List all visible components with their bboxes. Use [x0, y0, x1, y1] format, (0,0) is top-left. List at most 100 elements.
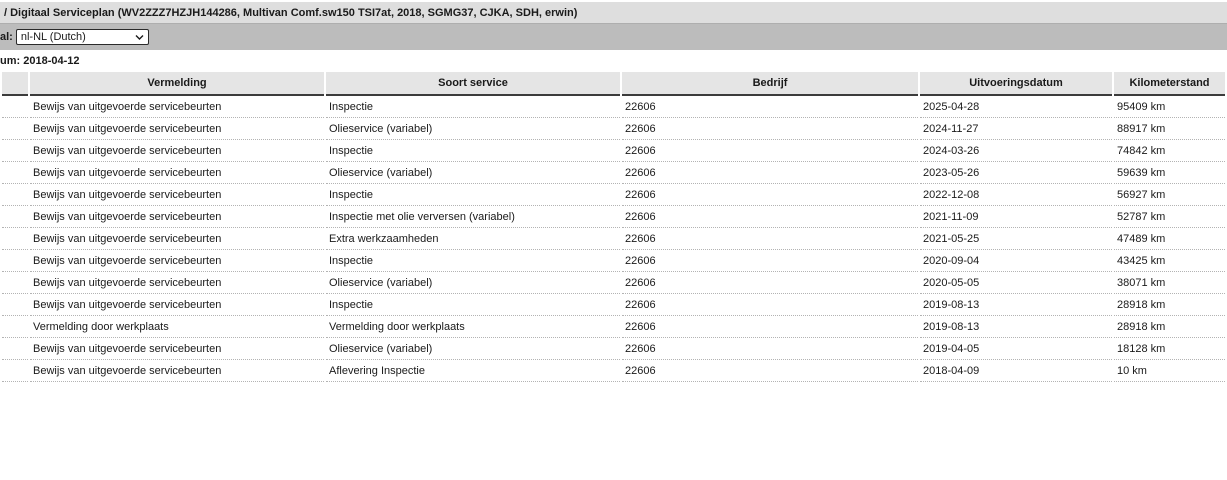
cell-vermelding: Bewijs van uitgevoerde servicebeurten — [30, 98, 324, 118]
cell-soort_service: Inspectie — [326, 142, 620, 162]
cell-vermelding: Bewijs van uitgevoerde servicebeurten — [30, 340, 324, 360]
cell-kilometerstand: 95409 km — [1114, 98, 1225, 118]
row-marker-cell — [2, 208, 28, 228]
cell-kilometerstand: 43425 km — [1114, 252, 1225, 272]
cell-soort_service: Olieservice (variabel) — [326, 164, 620, 184]
table-row: Bewijs van uitgevoerde servicebeurtenIns… — [2, 208, 1225, 228]
cell-uitvoeringsdatum: 2019-04-05 — [920, 340, 1112, 360]
cell-bedrijf: 22606 — [622, 208, 918, 228]
cell-soort_service: Inspectie met olie verversen (variabel) — [326, 208, 620, 228]
cell-bedrijf: 22606 — [622, 296, 918, 316]
column-header-uitvoeringsdatum: Uitvoeringsdatum — [920, 72, 1112, 96]
cell-bedrijf: 22606 — [622, 252, 918, 272]
row-marker-cell — [2, 230, 28, 250]
cell-uitvoeringsdatum: 2024-03-26 — [920, 142, 1112, 162]
row-marker-cell — [2, 340, 28, 360]
cell-vermelding: Bewijs van uitgevoerde servicebeurten — [30, 230, 324, 250]
cell-uitvoeringsdatum: 2019-08-13 — [920, 296, 1112, 316]
cell-vermelding: Bewijs van uitgevoerde servicebeurten — [30, 164, 324, 184]
cell-uitvoeringsdatum: 2025-04-28 — [920, 98, 1112, 118]
row-marker-cell — [2, 296, 28, 316]
cell-bedrijf: 22606 — [622, 318, 918, 338]
cell-bedrijf: 22606 — [622, 186, 918, 206]
cell-kilometerstand: 74842 km — [1114, 142, 1225, 162]
cell-vermelding: Bewijs van uitgevoerde servicebeurten — [30, 362, 324, 382]
cell-bedrijf: 22606 — [622, 98, 918, 118]
row-marker-cell — [2, 120, 28, 140]
column-header-row-marker — [2, 72, 28, 96]
column-header-soort-service: Soort service — [326, 72, 620, 96]
language-toolbar: al: nl-NL (Dutch) — [0, 24, 1227, 50]
row-marker-cell — [2, 362, 28, 382]
table-row: Bewijs van uitgevoerde servicebeurtenOli… — [2, 120, 1225, 140]
cell-vermelding: Bewijs van uitgevoerde servicebeurten — [30, 120, 324, 140]
cell-kilometerstand: 28918 km — [1114, 296, 1225, 316]
cell-bedrijf: 22606 — [622, 340, 918, 360]
chevron-down-icon — [135, 34, 144, 41]
cell-uitvoeringsdatum: 2021-11-09 — [920, 208, 1112, 228]
cell-soort_service: Vermelding door werkplaats — [326, 318, 620, 338]
table-row: Bewijs van uitgevoerde servicebeurtenIns… — [2, 98, 1225, 118]
cell-bedrijf: 22606 — [622, 230, 918, 250]
cell-vermelding: Bewijs van uitgevoerde servicebeurten — [30, 252, 324, 272]
table-row: Bewijs van uitgevoerde servicebeurtenAfl… — [2, 362, 1225, 382]
cell-kilometerstand: 10 km — [1114, 362, 1225, 382]
serviceplan-page: / Digitaal Serviceplan (WV2ZZZ7HZJH14428… — [0, 0, 1227, 480]
table-row: Bewijs van uitgevoerde servicebeurtenExt… — [2, 230, 1225, 250]
language-select[interactable]: nl-NL (Dutch) — [16, 29, 149, 45]
cell-soort_service: Olieservice (variabel) — [326, 340, 620, 360]
cell-kilometerstand: 52787 km — [1114, 208, 1225, 228]
cell-bedrijf: 22606 — [622, 164, 918, 184]
table-row: Bewijs van uitgevoerde servicebeurtenIns… — [2, 142, 1225, 162]
cell-uitvoeringsdatum: 2019-08-13 — [920, 318, 1112, 338]
table-row: Bewijs van uitgevoerde servicebeurtenOli… — [2, 340, 1225, 360]
title-bar: / Digitaal Serviceplan (WV2ZZZ7HZJH14428… — [0, 2, 1227, 24]
cell-vermelding: Bewijs van uitgevoerde servicebeurten — [30, 142, 324, 162]
column-header-bedrijf: Bedrijf — [622, 72, 918, 96]
cell-uitvoeringsdatum: 2022-12-08 — [920, 186, 1112, 206]
row-marker-cell — [2, 318, 28, 338]
row-marker-cell — [2, 164, 28, 184]
table-row: Bewijs van uitgevoerde servicebeurtenIns… — [2, 296, 1225, 316]
cell-kilometerstand: 88917 km — [1114, 120, 1225, 140]
cell-soort_service: Extra werkzaamheden — [326, 230, 620, 250]
table-header-row: VermeldingSoort serviceBedrijfUitvoering… — [2, 72, 1225, 96]
cell-kilometerstand: 59639 km — [1114, 164, 1225, 184]
cell-bedrijf: 22606 — [622, 274, 918, 294]
language-label: al: — [0, 31, 13, 43]
table-body: Bewijs van uitgevoerde servicebeurtenIns… — [2, 98, 1225, 382]
service-history-table: VermeldingSoort serviceBedrijfUitvoering… — [0, 70, 1227, 384]
cell-kilometerstand: 38071 km — [1114, 274, 1225, 294]
row-marker-cell — [2, 98, 28, 118]
cell-kilometerstand: 47489 km — [1114, 230, 1225, 250]
cell-vermelding: Bewijs van uitgevoerde servicebeurten — [30, 208, 324, 228]
cell-kilometerstand: 28918 km — [1114, 318, 1225, 338]
cell-soort_service: Olieservice (variabel) — [326, 120, 620, 140]
cell-soort_service: Aflevering Inspectie — [326, 362, 620, 382]
table-row: Vermelding door werkplaatsVermelding doo… — [2, 318, 1225, 338]
page-title: / Digitaal Serviceplan (WV2ZZZ7HZJH14428… — [0, 7, 577, 19]
cell-vermelding: Bewijs van uitgevoerde servicebeurten — [30, 274, 324, 294]
row-marker-cell — [2, 274, 28, 294]
cell-bedrijf: 22606 — [622, 142, 918, 162]
cell-uitvoeringsdatum: 2023-05-26 — [920, 164, 1112, 184]
cell-soort_service: Olieservice (variabel) — [326, 274, 620, 294]
cell-soort_service: Inspectie — [326, 296, 620, 316]
cell-uitvoeringsdatum: 2024-11-27 — [920, 120, 1112, 140]
cell-uitvoeringsdatum: 2020-05-05 — [920, 274, 1112, 294]
report-date: um: 2018-04-12 — [0, 55, 1227, 67]
cell-bedrijf: 22606 — [622, 120, 918, 140]
cell-vermelding: Bewijs van uitgevoerde servicebeurten — [30, 296, 324, 316]
column-header-kilometerstand: Kilometerstand — [1114, 72, 1225, 96]
cell-kilometerstand: 56927 km — [1114, 186, 1225, 206]
table-row: Bewijs van uitgevoerde servicebeurtenOli… — [2, 274, 1225, 294]
cell-soort_service: Inspectie — [326, 98, 620, 118]
cell-uitvoeringsdatum: 2021-05-25 — [920, 230, 1112, 250]
row-marker-cell — [2, 186, 28, 206]
cell-vermelding: Vermelding door werkplaats — [30, 318, 324, 338]
cell-uitvoeringsdatum: 2018-04-09 — [920, 362, 1112, 382]
column-header-vermelding: Vermelding — [30, 72, 324, 96]
cell-vermelding: Bewijs van uitgevoerde servicebeurten — [30, 186, 324, 206]
table-row: Bewijs van uitgevoerde servicebeurtenIns… — [2, 186, 1225, 206]
cell-soort_service: Inspectie — [326, 186, 620, 206]
